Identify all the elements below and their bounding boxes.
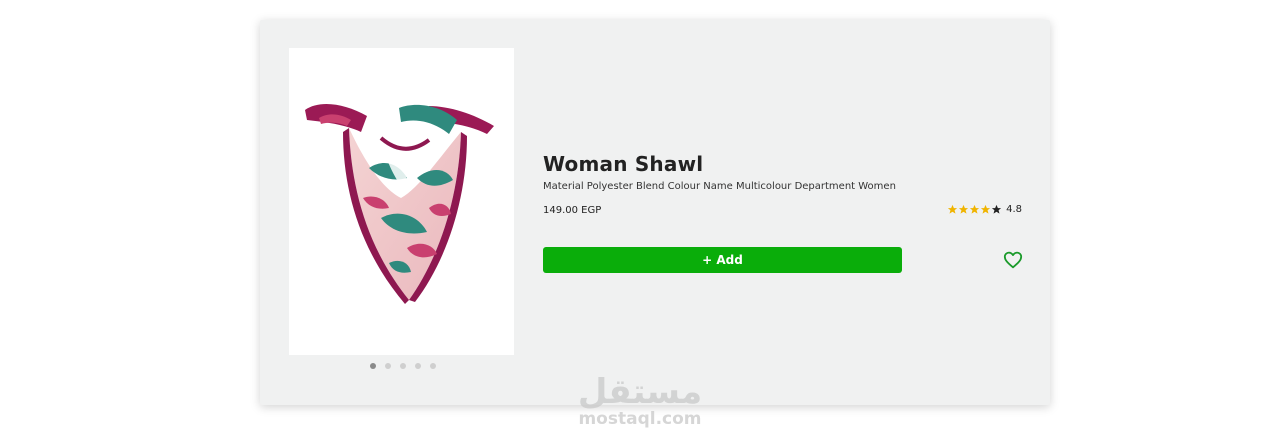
rating-value: 4.8 (1006, 204, 1022, 215)
product-price: 149.00 EGP (543, 205, 602, 216)
wishlist-heart-icon[interactable] (1003, 251, 1023, 269)
scarf-illustration (305, 104, 494, 304)
carousel-dots (370, 363, 436, 369)
rating-stars (947, 204, 1002, 215)
add-to-cart-button[interactable]: + Add (543, 247, 902, 273)
watermark-latin: mostaql.com (578, 409, 702, 429)
watermark-arabic: مستقل (577, 372, 703, 412)
product-image[interactable] (289, 48, 514, 355)
product-rating: 4.8 (947, 204, 1022, 215)
star-icon (981, 204, 991, 214)
carousel-dot-2[interactable] (385, 363, 391, 369)
product-description: Material Polyester Blend Colour Name Mul… (543, 181, 896, 192)
carousel-dot-1[interactable] (370, 363, 376, 369)
carousel-dot-4[interactable] (415, 363, 421, 369)
product-card: Woman Shawl Material Polyester Blend Col… (260, 20, 1050, 405)
watermark: مستقل mostaql.com (560, 375, 720, 429)
carousel-dot-3[interactable] (400, 363, 406, 369)
star-empty-icon (992, 204, 1002, 214)
product-title: Woman Shawl (543, 152, 704, 176)
star-icon (948, 204, 958, 214)
carousel-dot-5[interactable] (430, 363, 436, 369)
star-icon (959, 204, 969, 214)
star-icon (970, 204, 980, 214)
